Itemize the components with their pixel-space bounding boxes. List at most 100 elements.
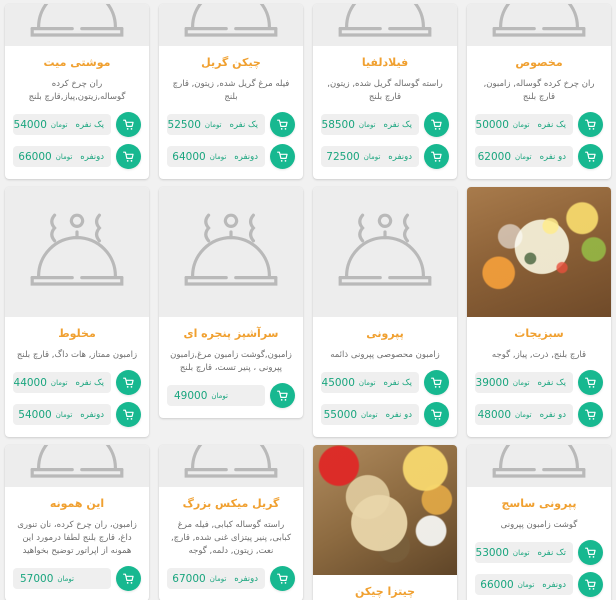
add-to-cart-button[interactable] bbox=[578, 112, 603, 137]
product-card[interactable]: گریل میکس بزرگ راسته گوساله کبابی, فیله م… bbox=[159, 445, 303, 600]
price-amount: 50000 bbox=[475, 118, 509, 131]
price-pill[interactable]: دو نفره تومان 55000 bbox=[321, 404, 419, 425]
product-title: پپرونی bbox=[366, 327, 404, 340]
price-pill[interactable]: یک نفره تومان 45000 bbox=[321, 372, 419, 393]
price-amount: 53000 bbox=[475, 546, 509, 559]
currency-unit-label: تومان bbox=[57, 574, 74, 583]
shopping-cart-icon bbox=[431, 151, 442, 162]
shopping-cart-icon bbox=[277, 573, 288, 584]
price-option-row: یک نفره تومان 45000 bbox=[321, 370, 449, 395]
price-option-row: دونفره تومان 72500 bbox=[321, 144, 449, 169]
product-cell: مخلوط زامبون ممتاز, هات داگ, قارچ بلنج یک … bbox=[0, 183, 154, 441]
product-card[interactable]: پپرونی ساسج گوشت زامبون پپرونی تک نفره توما… bbox=[467, 445, 611, 600]
price-pill[interactable]: یک نفره تومان 44000 bbox=[13, 372, 111, 393]
add-to-cart-button[interactable] bbox=[424, 402, 449, 427]
product-card[interactable]: فیلادلفیا راسته گوساله گریل شده, زیتون, ق… bbox=[313, 4, 457, 179]
product-card[interactable]: موشتی میت ران چرخ کرده گوساله,زیتون,پیاز,… bbox=[5, 4, 149, 179]
price-pill[interactable]: دونفره تومان 64000 bbox=[167, 146, 265, 167]
add-to-cart-button[interactable] bbox=[424, 144, 449, 169]
product-body: چیتزا چیکنفیله مرغ سوخاری, قارچ, پنیر, ز… bbox=[313, 575, 457, 600]
product-card[interactable]: سبزیجات قارچ بلنج, ذرت, پیاز, گوجه یک نفره… bbox=[467, 187, 611, 437]
price-pill[interactable]: دونفره تومان 66000 bbox=[13, 146, 111, 167]
price-option-list: دونفره تومان 67000 bbox=[167, 566, 295, 595]
add-to-cart-button[interactable] bbox=[116, 402, 141, 427]
currency-unit-label: تومان bbox=[50, 378, 68, 387]
shopping-cart-icon bbox=[431, 377, 442, 388]
product-card[interactable]: چیتزا چیکنفیله مرغ سوخاری, قارچ, پنیر, ز… bbox=[313, 445, 457, 600]
product-card[interactable]: پپرونی زامبون محصوصی پپرونی ذائمه یک نفره ت… bbox=[313, 187, 457, 437]
product-card[interactable]: چیکن گریل فیله مرغ گریل شده, زیتون, قارچ … bbox=[159, 4, 303, 179]
currency-unit-label: تومان bbox=[363, 152, 381, 161]
add-to-cart-button[interactable] bbox=[116, 112, 141, 137]
add-to-cart-button[interactable] bbox=[578, 370, 603, 395]
product-description: زامبون,گوشت زامبون مرغ,زامبون پپرونی ، پ… bbox=[170, 350, 292, 373]
add-to-cart-button[interactable] bbox=[270, 383, 295, 408]
product-cell: پپرونی ساسج گوشت زامبون پپرونی تک نفره توما… bbox=[462, 441, 616, 600]
price-option-row: یک نفره تومان 39000 bbox=[475, 370, 603, 395]
price-pill[interactable]: دونفره تومان 72500 bbox=[321, 146, 419, 167]
price-pill[interactable]: تک نفره تومان 53000 bbox=[475, 542, 573, 563]
price-pill[interactable]: دو نفره تومان 48000 bbox=[475, 404, 573, 425]
product-description: ران چرخ کرده گوساله, زامبون, قارچ بلنج bbox=[483, 79, 595, 102]
price-amount: 66000 bbox=[18, 150, 52, 163]
price-option-row: تومان 57000 bbox=[13, 566, 141, 591]
product-cell: پپرونی زامبون محصوصی پپرونی ذائمه یک نفره ت… bbox=[308, 183, 462, 441]
price-pill[interactable]: دونفره تومان 66000 bbox=[475, 574, 573, 595]
price-option-row: دونفره تومان 66000 bbox=[13, 144, 141, 169]
product-card[interactable]: سرآشپز پنجره ای زامبون,گوشت زامبون مرغ,زا… bbox=[159, 187, 303, 418]
price-pill[interactable]: دونفره تومان 67000 bbox=[167, 568, 265, 589]
currency-unit-label: تومان bbox=[55, 410, 73, 419]
currency-unit-label: تومان bbox=[211, 391, 228, 400]
add-to-cart-button[interactable] bbox=[270, 566, 295, 591]
product-cell: مخصوص ران چرخ کرده گوساله, زامبون, قارچ ب… bbox=[462, 0, 616, 183]
add-to-cart-button[interactable] bbox=[116, 370, 141, 395]
add-to-cart-button[interactable] bbox=[116, 144, 141, 169]
price-pill[interactable]: تومان 57000 bbox=[13, 568, 111, 589]
product-title: سبزیجات bbox=[514, 327, 564, 340]
product-cell: موشتی میت ران چرخ کرده گوساله,زیتون,پیاز,… bbox=[0, 0, 154, 183]
product-description: زامبون محصوصی پپرونی ذائمه bbox=[330, 350, 440, 360]
add-to-cart-button[interactable] bbox=[578, 144, 603, 169]
product-card[interactable]: مخلوط زامبون ممتاز, هات داگ, قارچ بلنج یک … bbox=[5, 187, 149, 437]
product-title: گریل میکس بزرگ bbox=[182, 497, 280, 510]
dish-cover-icon bbox=[184, 445, 278, 478]
price-option-list: یک نفره تومان 44000 دونفره تومان 54000 bbox=[13, 370, 141, 431]
shopping-cart-icon bbox=[431, 409, 442, 420]
serving-label: یک نفره bbox=[383, 377, 412, 388]
add-to-cart-button[interactable] bbox=[424, 370, 449, 395]
product-cell: گریل میکس بزرگ راسته گوساله کبابی, فیله م… bbox=[154, 441, 308, 600]
price-pill[interactable]: یک نفره تومان 58500 bbox=[321, 114, 419, 135]
dish-cover-icon bbox=[184, 4, 278, 37]
price-pill[interactable]: تومان 49000 bbox=[167, 385, 265, 406]
serving-label: دونفره bbox=[80, 409, 104, 420]
add-to-cart-button[interactable] bbox=[578, 572, 603, 597]
price-option-row: تک نفره تومان 53000 bbox=[475, 540, 603, 565]
shopping-cart-icon bbox=[585, 579, 596, 590]
price-option-list: تک نفره تومان 53000 دونفره تومان 66000 bbox=[475, 540, 603, 600]
add-to-cart-button[interactable] bbox=[424, 112, 449, 137]
price-amount: 58500 bbox=[321, 118, 355, 131]
product-title: مخصوص bbox=[515, 56, 563, 69]
product-card[interactable]: این همونه زامبون، ران چرخ کرده، نان تنوری… bbox=[5, 445, 149, 600]
product-card[interactable]: مخصوص ران چرخ کرده گوساله, زامبون, قارچ ب… bbox=[467, 4, 611, 179]
add-to-cart-button[interactable] bbox=[116, 566, 141, 591]
price-pill[interactable]: یک نفره تومان 50000 bbox=[475, 114, 573, 135]
product-title: موشتی میت bbox=[43, 56, 111, 69]
price-amount: 52500 bbox=[167, 118, 201, 131]
add-to-cart-button[interactable] bbox=[270, 112, 295, 137]
price-option-row: یک نفره تومان 50000 bbox=[475, 112, 603, 137]
currency-unit-label: تومان bbox=[209, 152, 227, 161]
price-pill[interactable]: یک نفره تومان 39000 bbox=[475, 372, 573, 393]
price-pill[interactable]: دونفره تومان 54000 bbox=[13, 404, 111, 425]
add-to-cart-button[interactable] bbox=[578, 402, 603, 427]
price-amount: 54000 bbox=[13, 118, 47, 131]
add-to-cart-button[interactable] bbox=[270, 144, 295, 169]
price-pill[interactable]: یک نفره تومان 52500 bbox=[167, 114, 265, 135]
product-image-placeholder bbox=[5, 187, 149, 317]
product-description: فیله مرغ گریل شده, زیتون, قارچ بلنج bbox=[172, 79, 290, 102]
price-option-list: یک نفره تومان 50000 دو نفره تومان 62000 bbox=[475, 112, 603, 173]
product-grid: مخصوص ران چرخ کرده گوساله, زامبون, قارچ ب… bbox=[0, 0, 616, 600]
price-pill[interactable]: دو نفره تومان 62000 bbox=[475, 146, 573, 167]
add-to-cart-button[interactable] bbox=[578, 540, 603, 565]
price-pill[interactable]: یک نفره تومان 54000 bbox=[13, 114, 111, 135]
